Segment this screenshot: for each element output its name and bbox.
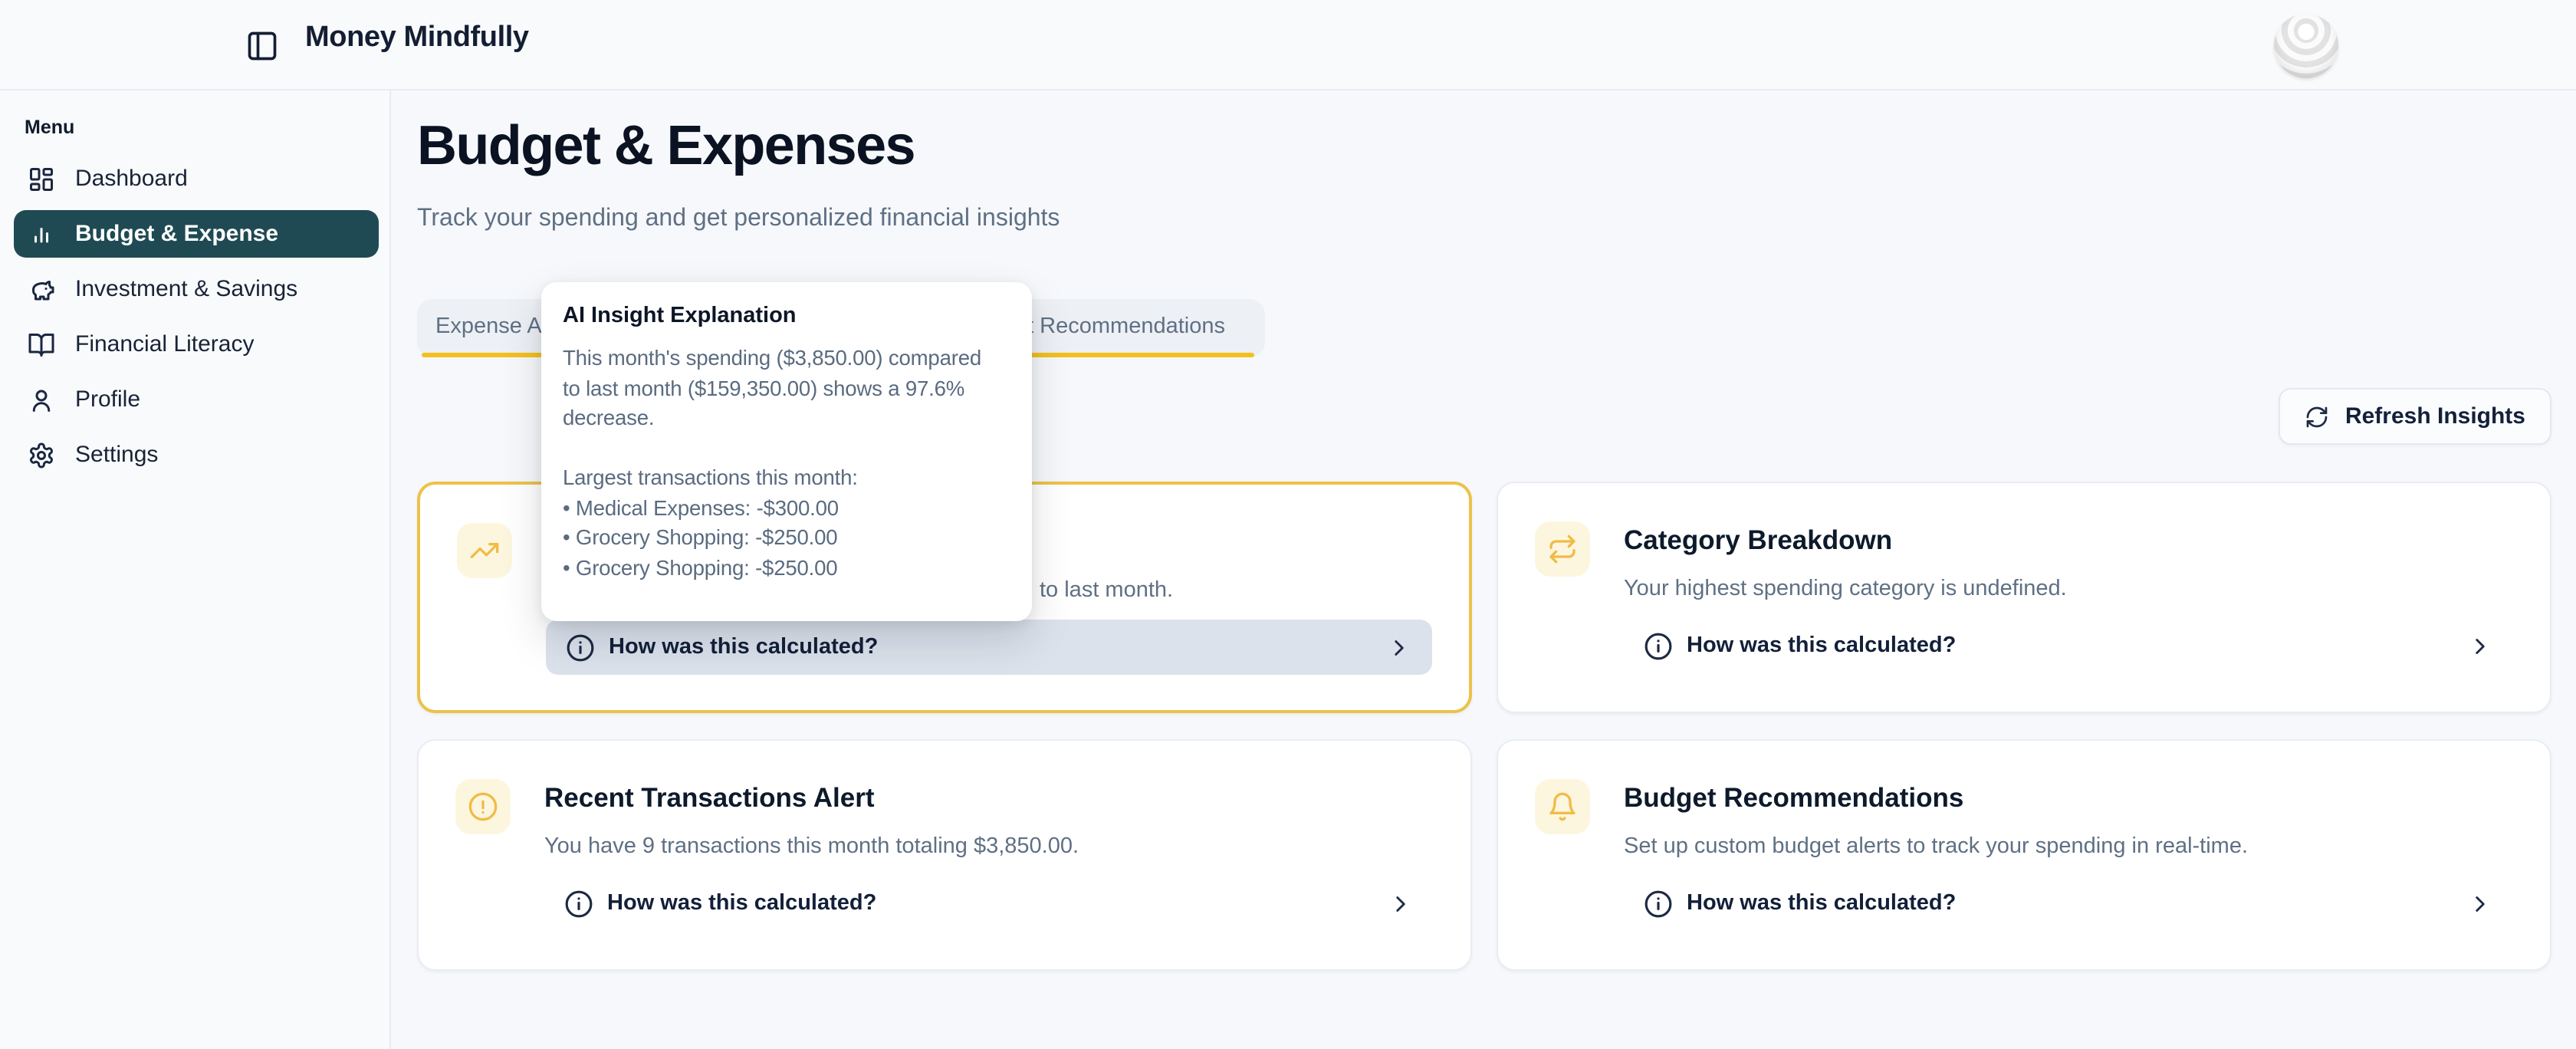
sidebar-nav: Dashboard Budget & Expense Investment & … [0, 155, 391, 486]
sidebar-item-label: Profile [75, 386, 140, 413]
how-calculated-label: How was this calculated? [1687, 891, 1956, 916]
how-calculated-row[interactable]: How was this calculated? [544, 876, 1434, 931]
chevron-right-icon [2467, 890, 2493, 916]
ai-insight-tooltip-body: This month's spending ($3,850.00) compar… [563, 344, 1010, 583]
sidebar-item-label: Financial Literacy [75, 331, 254, 357]
page-subtitle: Track your spending and get personalized… [417, 206, 1060, 233]
sidebar-menu-label: Menu [25, 117, 74, 138]
sidebar-item-profile[interactable]: Profile [14, 376, 379, 423]
how-calculated-label: How was this calculated? [607, 891, 876, 916]
info-icon [1644, 889, 1673, 918]
refresh-icon [2305, 404, 2330, 429]
page-title: Budget & Expenses [417, 113, 915, 178]
sidebar-toggle-button[interactable] [245, 29, 279, 63]
how-calculated-label: How was this calculated? [609, 635, 878, 659]
info-icon [1644, 631, 1673, 660]
bar-chart-icon [28, 220, 55, 248]
how-calculated-row[interactable]: How was this calculated? [1624, 876, 2513, 931]
card-title: Recent Transactions Alert [544, 782, 875, 814]
how-calculated-label: How was this calculated? [1687, 633, 1956, 658]
sidebar-item-label: Investment & Savings [75, 276, 297, 302]
sidebar-item-budget-expense[interactable]: Budget & Expense [14, 210, 379, 258]
budget-recommendations-card: Budget Recommendations Set up custom bud… [1497, 739, 2551, 971]
info-icon [564, 889, 593, 918]
sidebar-item-dashboard[interactable]: Dashboard [14, 155, 379, 202]
bell-icon [1535, 779, 1590, 834]
app-root: Money Mindfully Menu Dashboard Budget & … [0, 0, 2576, 1049]
card-title: Category Breakdown [1624, 524, 1892, 557]
dashboard-icon [28, 165, 55, 192]
how-calculated-row[interactable]: How was this calculated? [546, 620, 1432, 675]
piggy-bank-icon [28, 275, 55, 303]
info-icon [566, 633, 595, 662]
panel-left-icon [245, 29, 279, 63]
recent-transactions-card: Recent Transactions Alert You have 9 tra… [417, 739, 1472, 971]
repeat-icon [1535, 521, 1590, 577]
refresh-insights-button[interactable]: Refresh Insights [2279, 388, 2551, 445]
user-avatar[interactable] [2274, 14, 2338, 78]
chevron-right-icon [1386, 634, 1412, 660]
chevron-right-icon [1388, 890, 1414, 916]
app-title: Money Mindfully [305, 21, 529, 55]
book-open-icon [28, 330, 55, 358]
sidebar-item-investment-savings[interactable]: Investment & Savings [14, 265, 379, 313]
ai-insight-tooltip-title: AI Insight Explanation [563, 302, 1010, 331]
card-description: Your highest spending category is undefi… [1624, 577, 2067, 601]
card-description: You have 9 transactions this month total… [544, 834, 1079, 859]
sidebar-item-financial-literacy[interactable]: Financial Literacy [14, 321, 379, 368]
chevron-right-icon [2467, 633, 2493, 659]
trending-up-icon [457, 523, 512, 578]
how-calculated-row[interactable]: How was this calculated? [1624, 618, 2513, 673]
card-description: to last month. [1040, 578, 1173, 603]
sidebar-item-label: Dashboard [75, 166, 188, 192]
user-icon [28, 386, 55, 413]
card-description: Set up custom budget alerts to track you… [1624, 834, 2248, 859]
sidebar-item-label: Settings [75, 442, 158, 468]
gear-icon [28, 441, 55, 469]
refresh-insights-label: Refresh Insights [2345, 403, 2525, 429]
sidebar-item-label: Budget & Expense [75, 221, 278, 247]
card-title: Budget Recommendations [1624, 782, 1963, 814]
category-breakdown-card: Category Breakdown Your highest spending… [1497, 482, 2551, 713]
sidebar: Menu Dashboard Budget & Expense Investme… [0, 90, 391, 1049]
ai-insight-tooltip: AI Insight Explanation This month's spen… [541, 282, 1032, 621]
top-header: Money Mindfully [0, 0, 2576, 90]
sidebar-item-settings[interactable]: Settings [14, 431, 379, 478]
alert-circle-icon [455, 779, 511, 834]
